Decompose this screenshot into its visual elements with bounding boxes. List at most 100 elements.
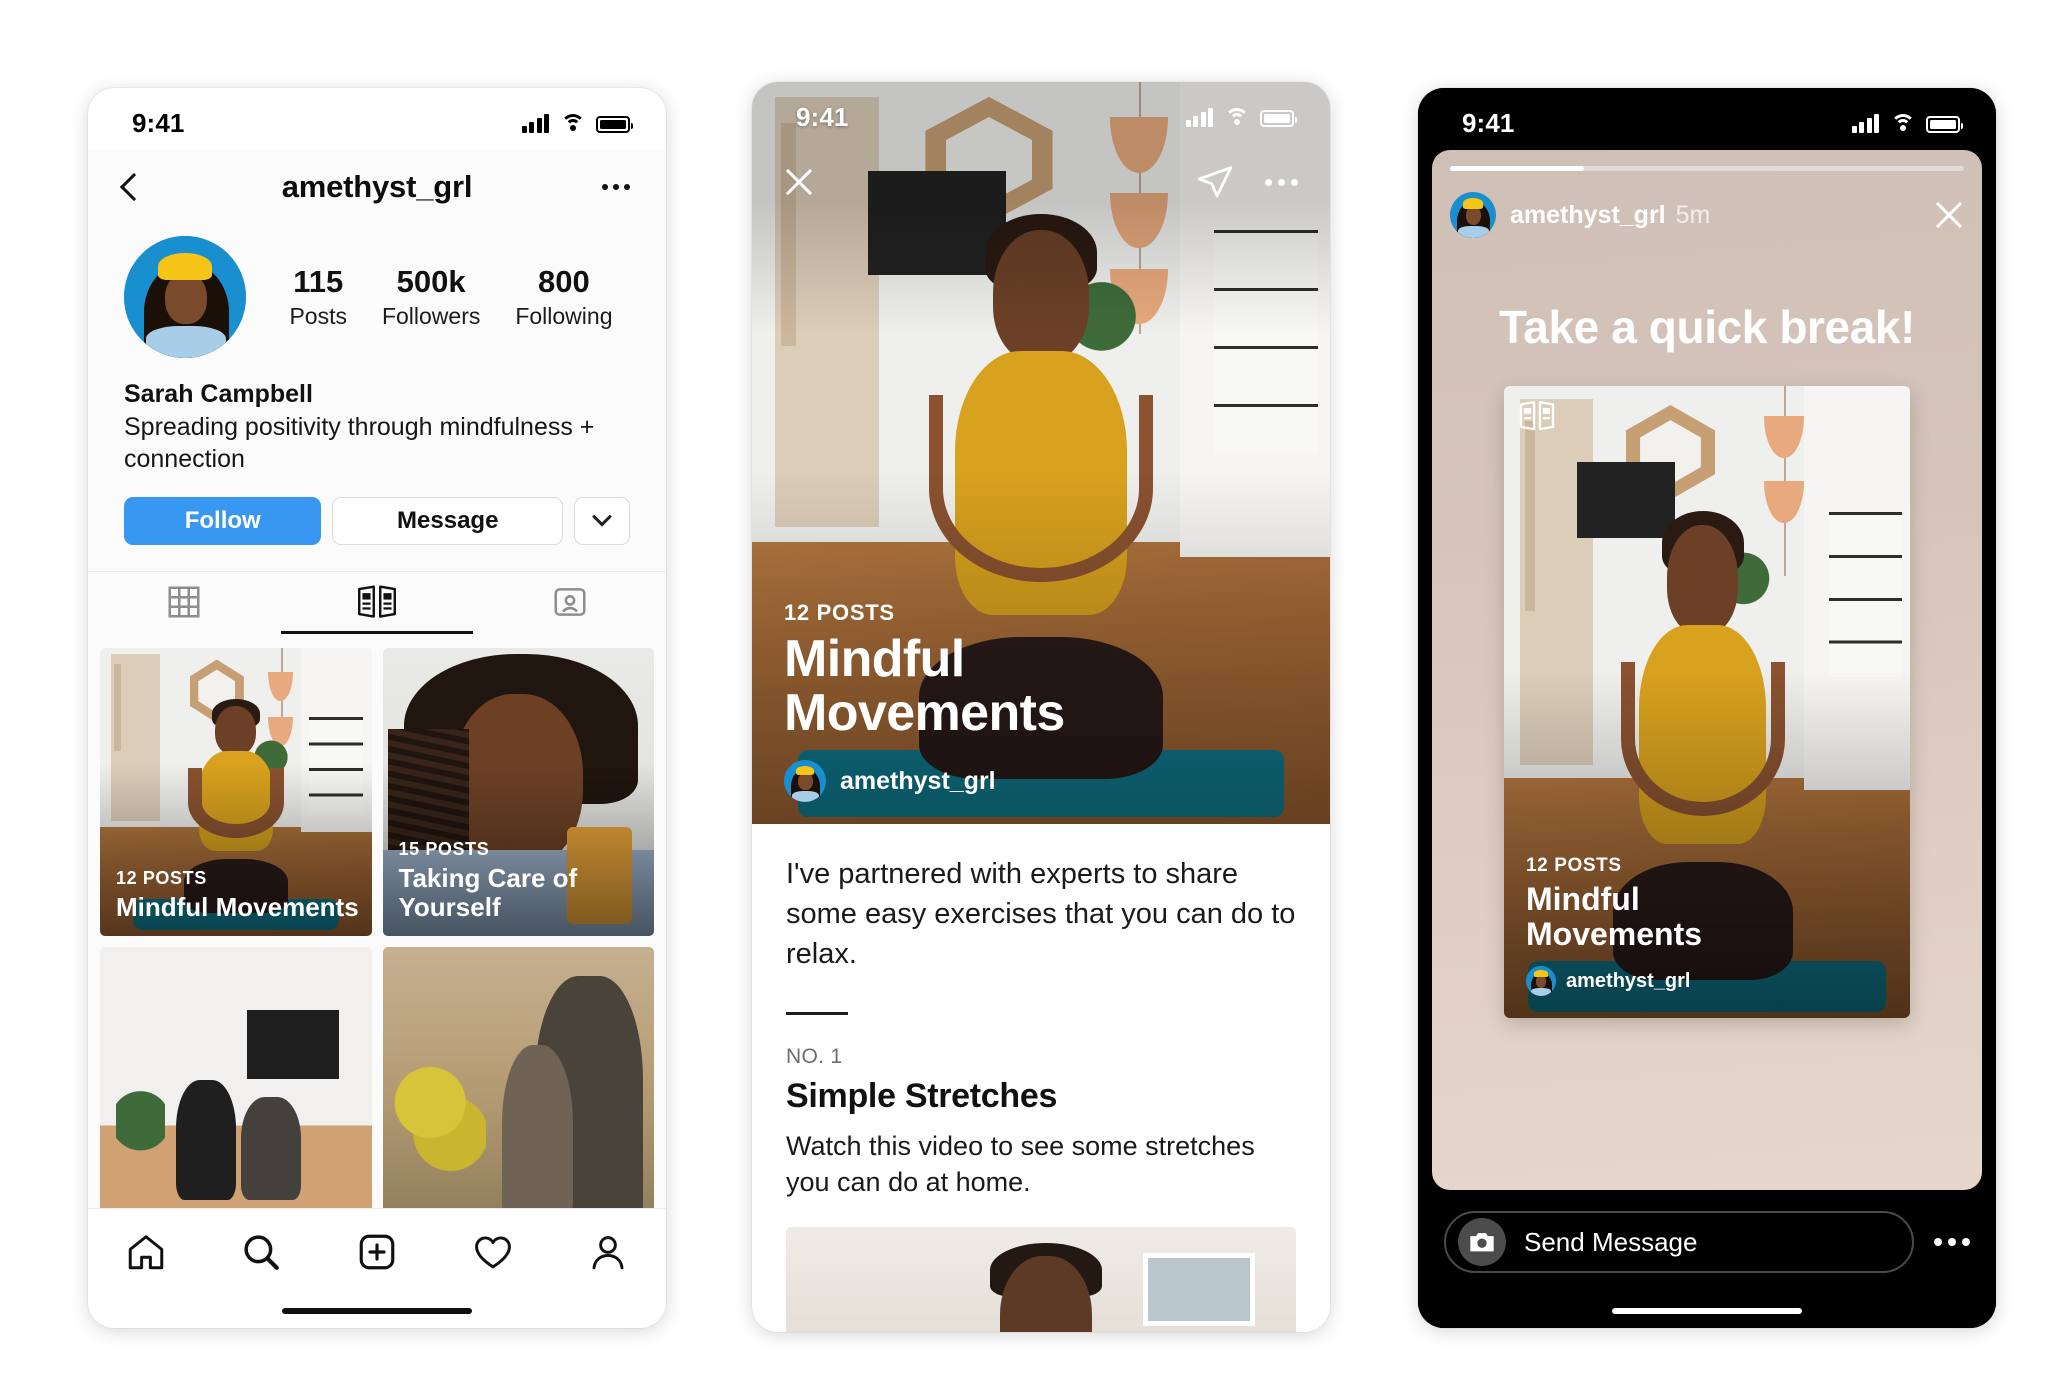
guides-book-icon [1518, 400, 1556, 432]
stat-value: 115 [293, 264, 344, 299]
story-header: amethyst_grl 5m [1450, 184, 1964, 246]
cellular-signal-icon [521, 113, 549, 133]
section-number: NO. 1 [786, 1045, 843, 1069]
chevron-down-icon [592, 506, 612, 527]
guide-title: Mindful Movements [116, 891, 359, 922]
guide-title-line1: Mindful [784, 629, 965, 688]
profile-body: amethyst_grl 115 Posts 500k Followers 80… [88, 150, 666, 1328]
tab-guides[interactable] [280, 572, 474, 634]
guide-card[interactable]: 12 POSTS Mindful Movements [100, 648, 372, 936]
stat-value: 500k [396, 264, 466, 299]
send-paperplane-icon[interactable] [1195, 162, 1235, 202]
guide-detail: 9:41 12 POSTS Mindful Movements amethyst… [752, 82, 1330, 1332]
story-username[interactable]: amethyst_grl [1510, 201, 1666, 230]
close-x-icon[interactable] [1934, 200, 1964, 230]
story-canvas[interactable]: amethyst_grl 5m Take a quick break! 12 P… [1432, 150, 1982, 1190]
grid-icon [168, 586, 200, 618]
close-x-icon[interactable] [784, 167, 814, 197]
avatar-image [124, 236, 246, 358]
stat-followers[interactable]: 500k Followers [382, 264, 480, 330]
guide-cover-image [382, 947, 654, 1208]
status-time: 9:41 [1462, 107, 1515, 138]
more-horizontal-icon[interactable] [602, 184, 630, 190]
plus-square-icon[interactable] [356, 1231, 398, 1273]
stat-value: 800 [538, 264, 590, 299]
status-time: 9:41 [132, 107, 185, 138]
tab-grid[interactable] [88, 572, 281, 634]
profile-summary: 115 Posts 500k Followers 800 Following [88, 224, 666, 358]
video-preview-image [786, 1226, 1296, 1332]
author-username: amethyst_grl [840, 766, 996, 795]
guides-grid: 12 POSTS Mindful Movements 15 POSTS Taki… [88, 634, 666, 1208]
battery-icon [1926, 116, 1963, 133]
bio-text: Spreading positivity through mindfulness… [124, 413, 595, 473]
more-horizontal-icon[interactable] [1934, 1238, 1970, 1246]
guide-title-line2: Movements [1526, 915, 1703, 952]
guide-intro-text: I've partnered with experts to share som… [786, 858, 1296, 971]
section-divider [786, 1012, 848, 1016]
story-timestamp: 5m [1675, 200, 1711, 229]
guide-title-line1: Mindful [1526, 880, 1640, 917]
guide-post-count: 12 POSTS [116, 867, 207, 888]
guide-card[interactable] [100, 947, 372, 1208]
more-options-button[interactable] [574, 497, 630, 545]
battery-icon [596, 116, 633, 133]
guides-book-icon [358, 584, 396, 618]
sticker-author: amethyst_grl [1526, 966, 1892, 996]
guide-post-count: 12 POSTS [1526, 854, 1622, 876]
cellular-signal-icon [1851, 113, 1879, 133]
guide-author[interactable]: amethyst_grl [784, 760, 1306, 802]
person-icon[interactable] [587, 1231, 629, 1273]
send-message-input[interactable]: Send Message [1444, 1211, 1914, 1273]
tab-tagged[interactable] [473, 572, 666, 634]
cellular-signal-icon [1185, 107, 1213, 127]
profile-bio: Sarah Campbell Spreading positivity thro… [88, 358, 666, 475]
home-indicator [1418, 1294, 1996, 1328]
message-button[interactable]: Message [332, 497, 563, 545]
phone-guide-screen: 9:41 12 POSTS Mindful Movements amethyst… [752, 82, 1330, 1332]
status-indicators [1185, 107, 1297, 127]
page-title: amethyst_grl [281, 169, 473, 204]
guide-hero: 9:41 12 POSTS Mindful Movements amethyst… [752, 82, 1330, 824]
chevron-left-icon[interactable] [119, 172, 149, 202]
wifi-icon [1890, 114, 1915, 133]
wifi-icon [560, 114, 585, 133]
search-icon[interactable] [240, 1231, 282, 1273]
message-placeholder: Send Message [1524, 1226, 1698, 1257]
status-indicators [521, 113, 633, 133]
profile-stats: 115 Posts 500k Followers 800 Following [246, 264, 630, 330]
guide-title-line2: Movements [784, 683, 1065, 742]
avatar [784, 760, 826, 802]
section-title: Simple Stretches [786, 1077, 1058, 1116]
story-headline: Take a quick break! [1499, 301, 1915, 353]
status-bar: 9:41 [88, 88, 666, 150]
guide-topbar [752, 144, 1330, 220]
profile-actions: Follow Message [88, 475, 666, 545]
more-horizontal-icon[interactable] [1265, 178, 1298, 186]
stat-label: Posts [289, 303, 347, 329]
guide-card[interactable]: 15 POSTS Taking Care of Yourself [382, 648, 654, 936]
guide-post-count: 15 POSTS [398, 838, 490, 859]
stat-label: Following [515, 303, 613, 329]
avatar[interactable] [1450, 192, 1496, 238]
display-name: Sarah Campbell [124, 380, 313, 408]
tagged-person-icon [554, 588, 586, 616]
camera-icon[interactable] [1458, 1218, 1506, 1266]
profile-navbar: amethyst_grl [88, 150, 666, 224]
follow-button[interactable]: Follow [124, 497, 322, 545]
wifi-icon [1224, 108, 1249, 127]
battery-icon [1260, 110, 1297, 127]
screenshot-canvas: 9:41 amethyst_grl 115 Posts 500k Followe… [0, 0, 2048, 1398]
heart-icon[interactable] [472, 1231, 514, 1273]
home-icon[interactable] [125, 1231, 167, 1273]
guide-title: Taking Care of Yourself [398, 862, 578, 922]
stat-label: Followers [381, 303, 481, 329]
avatar[interactable] [124, 236, 246, 358]
stat-following[interactable]: 800 Following [515, 264, 612, 330]
guide-video-thumbnail[interactable] [786, 1226, 1296, 1332]
guide-hero-meta: 12 POSTS Mindful Movements amethyst_grl [784, 600, 1306, 802]
stat-posts[interactable]: 115 Posts [289, 264, 347, 330]
story-progress-bar[interactable] [1450, 166, 1964, 171]
guide-sticker[interactable]: 12 POSTS Mindful Movements amethyst_grl [1504, 386, 1910, 1018]
guide-card[interactable] [382, 947, 654, 1208]
